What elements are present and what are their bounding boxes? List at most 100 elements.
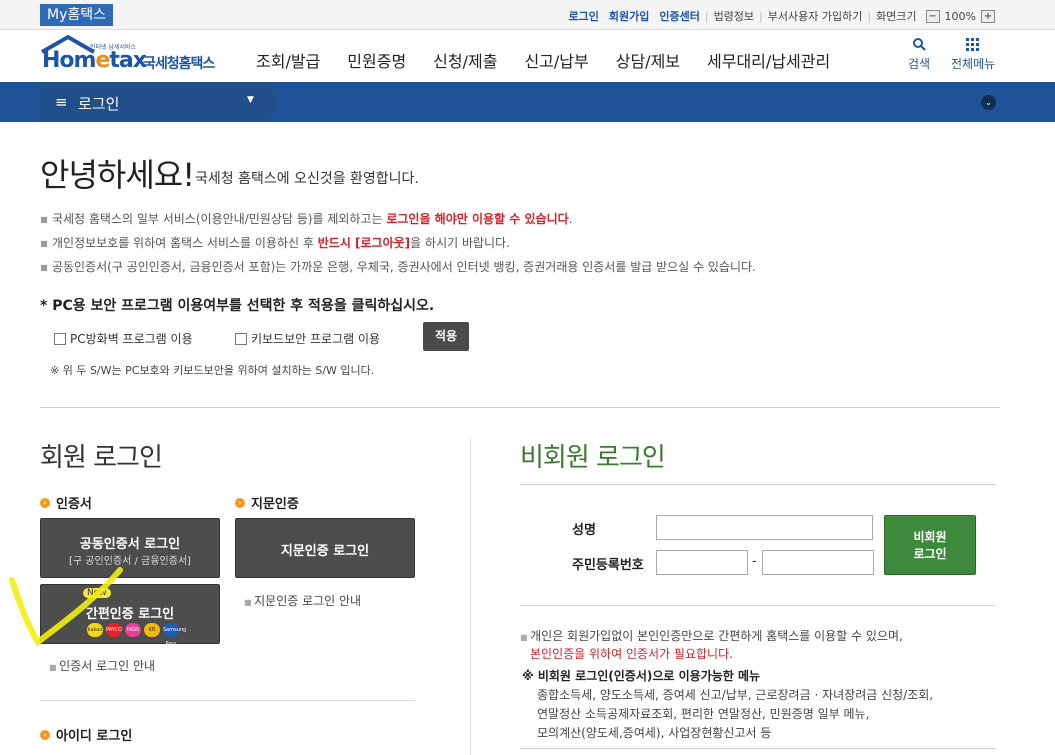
rrn-front-input[interactable] (656, 550, 748, 575)
nonmember-login-line2: 로그인 (913, 547, 947, 561)
signup-link[interactable]: 회원가입 (604, 8, 654, 24)
location-arrow (268, 82, 278, 122)
logo-wordmark: Hometax (42, 48, 147, 73)
joint-cert-login-label: 공동인증서 로그인 (79, 537, 181, 552)
dept-signup-link[interactable]: 부서사용자 가입하기 (763, 8, 868, 24)
notice-text: . (568, 212, 573, 226)
search-button[interactable]: 검색 (908, 38, 930, 72)
nonmember-menu-line: 모의계산(양도세,증여세), 사업장현황신고서 등 (537, 726, 772, 740)
all-menu-label: 전체메뉴 (951, 57, 996, 71)
notice-line: ▪ 개인정보보호를 위하여 홈택스 서비스를 이용하신 후 반드시 [로그아웃]… (40, 234, 510, 251)
fingerprint-heading-label: 지문인증 (251, 497, 299, 512)
divider (40, 407, 1000, 408)
zoom-out-button[interactable]: − (925, 9, 940, 23)
nav-item-inquiry[interactable]: 조회/발급 (256, 48, 320, 72)
hamburger-icon: ≡ (55, 93, 68, 111)
notice-text: 국세청 홈택스의 일부 서비스(이용안내/민원상담 등)를 제외하고는 (51, 212, 387, 226)
my-hometax-link[interactable]: My홈택스 (40, 4, 114, 26)
keyboard-security-checkbox[interactable] (235, 332, 247, 345)
utility-links: 로그인 회원가입 인증센터 | 법령정보 | 부서사용자 가입하기 | 화면크기… (564, 8, 995, 24)
nonmember-info-text: 개인은 회원가입없이 본인인증만으로 간편하게 홈택스를 이용할 수 있으며, (530, 629, 903, 643)
zoom-in-button[interactable]: + (981, 9, 995, 23)
notice-emphasis: 로그인을 해야만 이용할 수 있습니다 (386, 212, 569, 226)
nonmember-menu-line: 종합소득세, 양도소득세, 증여세 신고/납부, 근로장려금 · 자녀장려금 신… (537, 688, 934, 702)
divider (520, 605, 996, 606)
greeting-title: 안녕하세요! (40, 156, 195, 194)
utility-bar: My홈택스 로그인 회원가입 인증센터 | 법령정보 | 부서사용자 가입하기 … (0, 0, 1055, 30)
firewall-checkbox[interactable] (54, 332, 66, 345)
global-nav: 조회/발급 민원증명 신청/제출 신고/납부 상담/제보 세무대리/납세관리 (256, 48, 830, 72)
highlighter-scribble (9, 567, 123, 647)
search-icon (908, 38, 930, 55)
fingerprint-guide-label: 지문인증 로그인 안내 (254, 594, 362, 608)
member-login-title: 회원 로그인 (40, 443, 163, 473)
logo-korean: 국세청홈택스 (143, 56, 215, 72)
arrow-bullet-icon: › (40, 497, 50, 508)
cert-guide-label: 인증서 로그인 안내 (59, 659, 156, 673)
search-label: 검색 (908, 57, 931, 71)
nonmember-login-button[interactable]: 비회원 로그인 (884, 515, 976, 575)
zoom-control: − 100% + (925, 9, 995, 23)
logo-wordmark-end: tax (109, 48, 147, 73)
fingerprint-login-label: 지문인증 로그인 (280, 544, 370, 559)
rrn-dash: - (752, 554, 757, 569)
kb-icon: KB (144, 623, 160, 637)
all-menu-button[interactable]: 전체메뉴 (951, 38, 995, 72)
divider (520, 748, 996, 749)
notice-line: ▪ 국세청 홈택스의 일부 서비스(이용안내/민원상담 등)를 제외하고는 로그… (40, 210, 572, 227)
chevron-down-circle-icon[interactable]: ⌄ (981, 95, 996, 110)
location-dropdown[interactable] (40, 82, 270, 122)
bullet: ▪ (40, 212, 52, 226)
nav-item-report-pay[interactable]: 신고/납부 (524, 48, 588, 72)
login-link[interactable]: 로그인 (564, 8, 604, 24)
location-label: 로그인 (78, 95, 120, 113)
cert-heading: › 인증서 (40, 493, 92, 512)
divider (40, 700, 415, 701)
grid-menu-icon (951, 38, 995, 55)
fingerprint-guide-link[interactable]: ■ 지문인증 로그인 안내 (244, 592, 361, 609)
keyboard-security-label: 키보드보안 프로그램 이용 (251, 332, 381, 346)
cert-heading-label: 인증서 (56, 497, 92, 512)
apply-button[interactable]: 적용 (423, 322, 469, 351)
arrow-bullet-icon: › (235, 497, 245, 508)
fingerprint-login-button[interactable]: 지문인증 로그인 (235, 518, 415, 578)
bullet: ▪ (40, 260, 52, 274)
cert-center-link[interactable]: 인증센터 (654, 8, 704, 24)
rrn-back-input[interactable] (762, 550, 874, 575)
arrow-bullet-icon: › (40, 729, 50, 740)
zoom-label: 화면크기 (876, 10, 917, 23)
keyboard-checkbox-row[interactable]: 키보드보안 프로그램 이용 (235, 330, 380, 347)
main-header: 인터넷 납세서비스 Hometax 국세청홈택스 조회/발급 민원증명 신청/제… (0, 30, 1055, 82)
name-input[interactable] (656, 515, 873, 540)
rrn-label: 주민등록번호 (572, 558, 644, 573)
nonmember-info: ■ 개인은 회원가입없이 본인인증만으로 간편하게 홈택스를 이용할 수 있으며… (520, 627, 903, 644)
column-divider (470, 437, 471, 755)
firewall-checkbox-row[interactable]: PC방화벽 프로그램 이용 (54, 330, 193, 347)
caret-down-icon: ▼ (247, 95, 254, 105)
greeting-subtitle: 국세청 홈택스에 오신것을 환영합니다. (195, 171, 419, 187)
hometax-logo[interactable]: 인터넷 납세서비스 Hometax 국세청홈택스 (40, 34, 225, 76)
bullet: ■ (520, 633, 531, 642)
location-bar: ≡ 로그인 ▼ ⌄ (0, 82, 1055, 122)
samsung-pass-icon: Samsung Pass (163, 623, 186, 647)
nonmember-menu-line: 연말정산 소득공제자료조회, 편리한 연말정산, 민원증명 일부 메뉴, (537, 707, 870, 721)
nav-item-tax-agent[interactable]: 세무대리/납세관리 (707, 48, 830, 72)
nav-item-consult[interactable]: 상담/제보 (616, 48, 680, 72)
nav-item-apply[interactable]: 신청/제출 (433, 48, 497, 72)
id-login-heading-label: 아이디 로그인 (56, 729, 133, 744)
logo-wordmark-e: e (95, 48, 110, 73)
bullet: ■ (244, 598, 255, 607)
logo-wordmark-start: Hom (42, 48, 96, 73)
notice-line: ▪ 공동인증서(구 공인인증서, 금융인증서 포함)는 가까운 은행, 우체국,… (40, 258, 756, 275)
fingerprint-heading: › 지문인증 (235, 493, 299, 512)
nonmember-login-line1: 비회원 (913, 530, 947, 544)
notice-text: 공동인증서(구 공인인증서, 금융인증서 포함)는 가까운 은행, 우체국, 증… (51, 260, 756, 274)
nav-item-civil-cert[interactable]: 민원증명 (347, 48, 406, 72)
pc-security-note: ※ 위 두 S/W는 PC보호와 키보드보안을 위하여 설치하는 S/W 입니다… (50, 364, 375, 377)
law-info-link[interactable]: 법령정보 (709, 8, 759, 24)
bullet: ▪ (40, 236, 52, 250)
nonmember-menu-heading: ※ 비회원 로그인(인증서)으로 이용가능한 메뉴 (522, 669, 761, 683)
bullet: ■ (49, 663, 60, 672)
nonmember-info-emphasis: 본인인증을 위하여 인증서가 필요합니다. (530, 647, 733, 661)
pc-security-title: * PC용 보안 프로그램 이용여부를 선택한 후 적용을 클릭하십시오. (40, 298, 435, 314)
